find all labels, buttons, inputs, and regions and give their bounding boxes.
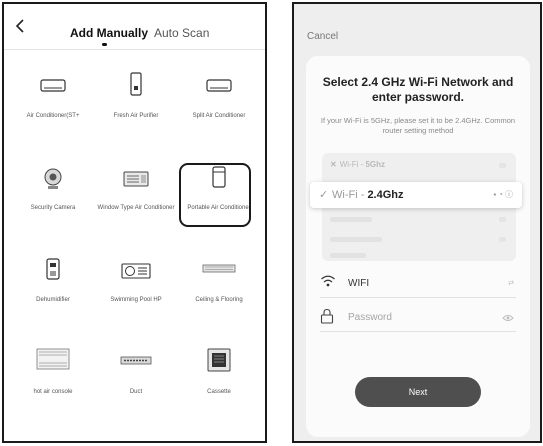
cancel-button[interactable]: Cancel — [307, 31, 338, 42]
device-type-screen: Add Manually Auto Scan Air Conditioner(S… — [2, 2, 267, 443]
device-label: Security Camera — [30, 205, 76, 211]
device-label: Dehumidifier — [36, 297, 70, 303]
device-label: Swimming Pool HP — [110, 297, 162, 303]
active-tab-indicator — [102, 43, 107, 46]
device-split-air-conditioner[interactable]: Split Air Conditioner — [175, 50, 263, 140]
signal-icon — [499, 237, 506, 242]
air-purifier-icon — [130, 72, 142, 96]
device-security-camera[interactable]: Security Camera — [9, 142, 97, 232]
air-conditioner-icon — [40, 79, 66, 92]
dehumidifier-icon — [46, 258, 60, 280]
device-label: Air Conditioner(ST+ — [26, 113, 80, 119]
network-band: 2.4Ghz — [367, 189, 404, 201]
eye-icon[interactable] — [502, 314, 514, 322]
selected-device-highlight — [179, 163, 251, 227]
device-label: hot air console — [33, 389, 73, 395]
network-prefix: Wi-Fi - — [339, 160, 366, 169]
top-bar: Add Manually Auto Scan — [4, 4, 265, 50]
network-band: 5Ghz — [365, 160, 386, 169]
wifi-card: Select 2.4 GHz Wi-Fi Network and enter p… — [306, 56, 530, 437]
signal-icon — [499, 217, 506, 222]
network-item-5ghz: ✕ Wi-Fi - 5Ghz — [330, 160, 385, 169]
cassette-icon — [207, 348, 231, 372]
wifi-icon — [321, 275, 335, 287]
split-ac-icon — [206, 79, 232, 92]
device-dehumidifier[interactable]: Dehumidifier — [9, 234, 97, 324]
device-cassette[interactable]: Cassette — [175, 326, 263, 416]
pool-heat-pump-icon — [121, 263, 151, 279]
check-icon: ✓ — [319, 189, 329, 201]
next-button[interactable]: Next — [355, 377, 481, 407]
tab-add-manually[interactable]: Add Manually — [70, 26, 148, 40]
disabled-x-icon: ✕ — [330, 160, 337, 169]
band-note: If your Wi-Fi is 5GHz, please set it to … — [320, 116, 516, 135]
network-name: Wi-Fi - 2.4Ghz — [332, 189, 404, 201]
network-item-placeholder — [330, 217, 372, 222]
network-item-placeholder — [330, 253, 366, 258]
device-label: Duct — [129, 389, 143, 395]
tab-auto-scan[interactable]: Auto Scan — [154, 26, 209, 40]
wifi-signal-icon: ◔ — [498, 190, 505, 199]
info-icon[interactable]: ⓘ — [505, 190, 515, 199]
network-item-24ghz[interactable]: ✓ Wi-Fi - 2.4Ghz ▪◔ⓘ — [310, 182, 522, 208]
network-status-icons: ▪◔ⓘ — [493, 189, 515, 200]
lock-icon — [499, 163, 506, 168]
device-swimming-pool-hp[interactable]: Swimming Pool HP — [92, 234, 180, 324]
card-title: Select 2.4 GHz Wi-Fi Network and enter p… — [322, 75, 514, 104]
duct-icon — [120, 356, 152, 365]
device-label: Split Air Conditioner — [192, 113, 246, 119]
window-ac-icon — [123, 171, 149, 187]
device-label: Cassette — [207, 389, 231, 395]
console-icon — [36, 348, 70, 370]
device-air-conditioner-st[interactable]: Air Conditioner(ST+ — [9, 50, 97, 140]
device-hot-air-console[interactable]: hot air console — [9, 326, 97, 416]
lock-icon — [320, 308, 334, 324]
wifi-setup-screen: Cancel Select 2.4 GHz Wi-Fi Network and … — [292, 2, 542, 443]
camera-icon — [44, 168, 62, 189]
wifi-name-field[interactable]: WIFI ⇄ — [320, 268, 516, 298]
switch-network-icon[interactable]: ⇄ — [508, 279, 514, 287]
device-label: Fresh Air Purifier — [113, 113, 159, 119]
wifi-name-value: WIFI — [348, 278, 370, 289]
device-ceiling-flooring[interactable]: Ceiling & Flooring — [175, 234, 263, 324]
ceiling-floor-icon — [202, 264, 236, 273]
back-arrow-icon[interactable] — [12, 16, 30, 36]
device-duct[interactable]: Duct — [92, 326, 180, 416]
device-label: Window Type Air Conditioner — [97, 205, 175, 211]
password-field[interactable]: Password — [320, 302, 516, 332]
network-item-placeholder — [330, 237, 382, 242]
network-prefix: Wi-Fi - — [332, 189, 368, 201]
password-input[interactable]: Password — [348, 312, 392, 323]
device-fresh-air-purifier[interactable]: Fresh Air Purifier — [92, 50, 180, 140]
device-label: Ceiling & Flooring — [195, 297, 243, 303]
device-window-type-ac[interactable]: Window Type Air Conditioner — [92, 142, 180, 232]
